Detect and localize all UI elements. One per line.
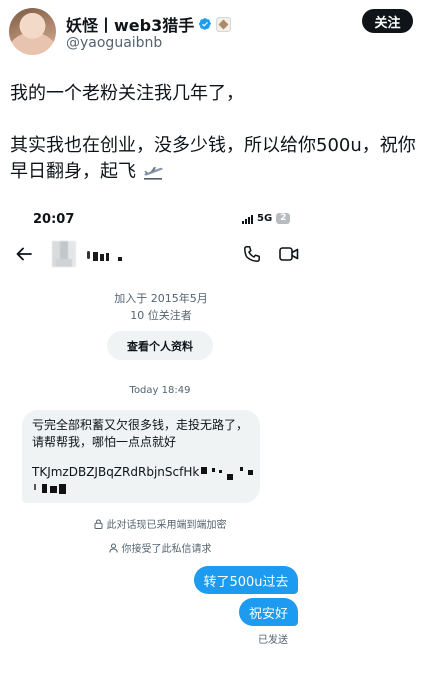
request-accepted-notice: 你接受了此私信请求 (0, 540, 320, 555)
incoming-message-text: 亏完全部积蓄又欠很多钱，走投无路了，请帮帮我，哪怕一点点就好 (32, 418, 249, 449)
author-name-text: 妖怪丨web3猎手 (66, 16, 195, 35)
contact-avatar-redacted[interactable] (52, 241, 76, 267)
person-icon (108, 543, 118, 553)
joined-date: 加入于 2015年5月 (114, 292, 208, 305)
message-timestamp: Today 18:49 (129, 385, 191, 396)
airplane-departure-icon (143, 167, 163, 180)
affiliate-badge-icon (216, 16, 232, 32)
contact-name-redacted[interactable] (87, 248, 127, 262)
status-bar-time: 20:07 (33, 212, 75, 227)
network-type: 5G (257, 213, 273, 224)
tweet-text-line-3-wrap: 早日翻身，起飞 (10, 159, 422, 185)
encryption-notice: 此对话现已采用端到端加密 (0, 516, 320, 531)
phone-call-icon[interactable] (243, 245, 261, 263)
author-handle[interactable]: @yaoguaibnb (66, 35, 162, 51)
incoming-wallet-address: TKJmzDBZJBqZRdRbjnScfHk (32, 465, 199, 479)
outgoing-message-bubble[interactable]: 祝安好 (239, 598, 298, 626)
signal-strength-icon (242, 214, 253, 224)
author-avatar[interactable] (9, 8, 56, 55)
video-call-icon[interactable] (279, 246, 299, 262)
back-arrow-icon[interactable] (15, 245, 33, 263)
tweet-text-line-1: 我的一个老粉关注我几年了， (10, 83, 244, 104)
battery-level: 2 (276, 213, 291, 224)
view-profile-button[interactable]: 查看个人资料 (107, 331, 213, 360)
outgoing-message-bubble[interactable]: 转了500u过去 (194, 566, 298, 594)
wallet-address-text: TKJmzDBZJBqZRdRbjnScfHk (32, 465, 200, 479)
follower-count: 10 位关注者 (130, 309, 192, 322)
incoming-message-bubble[interactable]: 亏完全部积蓄又欠很多钱，走投无路了，请帮帮我，哪怕一点点就好 TKJmzDBZJ… (22, 410, 260, 503)
request-accepted-text: 你接受了此私信请求 (121, 544, 212, 555)
sent-status: 已发送 (258, 635, 288, 646)
author-name[interactable]: 妖怪丨web3猎手 (66, 12, 232, 36)
tweet-text-line-2: 其实我也在创业，没多少钱，所以给你500u，祝你 (10, 135, 416, 156)
verified-badge-icon (199, 18, 212, 30)
lock-icon (94, 518, 102, 529)
tweet-text-line-3: 早日翻身，起飞 (10, 161, 136, 182)
encryption-notice-text: 此对话现已采用端到端加密 (106, 520, 227, 531)
follow-button[interactable]: 关注 (362, 9, 413, 33)
status-bar-indicators: 5G 2 (242, 213, 291, 224)
